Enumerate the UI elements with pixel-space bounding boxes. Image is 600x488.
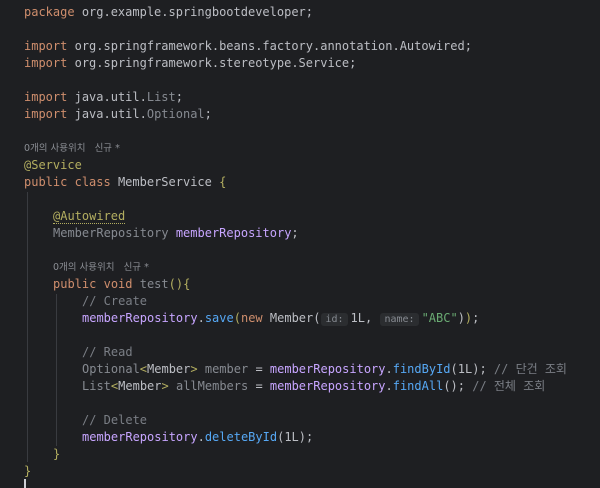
code-line-method-decl: public void test(){ (53, 277, 191, 291)
code-line-import-service: import org.springframework.stereotype.Se… (24, 56, 357, 70)
code-line-import-optional: import java.util.Optional; (24, 107, 212, 121)
indent-guide (27, 192, 28, 462)
param-hint-id: id: (321, 313, 348, 326)
code-line-repo-field: MemberRepository memberRepository; (53, 226, 299, 240)
code-line-package: package org.example.springbootdeveloper; (24, 5, 313, 19)
code-editor[interactable]: package org.example.springbootdeveloper;… (0, 0, 600, 488)
code-line-find-all: List<Member> allMembers = memberReposito… (82, 379, 546, 393)
code-line-import-autowired: import org.springframework.beans.factory… (24, 39, 472, 53)
code-line-method-close: } (53, 447, 61, 461)
param-hint-name: name: (380, 313, 419, 326)
code-line-comment-read: // Read (82, 345, 133, 359)
text-cursor (24, 479, 26, 488)
code-line-class-close: } (24, 464, 32, 478)
code-line-delete: memberRepository.deleteById(1L); (82, 430, 314, 444)
usage-hint-method[interactable]: 0개의 사용위치 신규 * (53, 261, 149, 275)
code-line-autowired: @Autowired (53, 209, 126, 224)
code-line-comment-create: // Create (82, 294, 148, 308)
code-line-find-by-id: Optional<Member> member = memberReposito… (82, 362, 567, 376)
code-line-save: memberRepository.save(new Member(id: 1L, … (82, 311, 480, 326)
code-line-import-list: import java.util.List; (24, 90, 183, 104)
usage-hint-class[interactable]: 0개의 사용위치 신규 * (24, 142, 120, 156)
indent-guide (56, 294, 57, 446)
code-line-comment-delete: // Delete (82, 413, 148, 427)
code-line-class-decl: public class MemberService { (24, 175, 227, 189)
code-line-service-annotation: @Service (24, 158, 82, 172)
